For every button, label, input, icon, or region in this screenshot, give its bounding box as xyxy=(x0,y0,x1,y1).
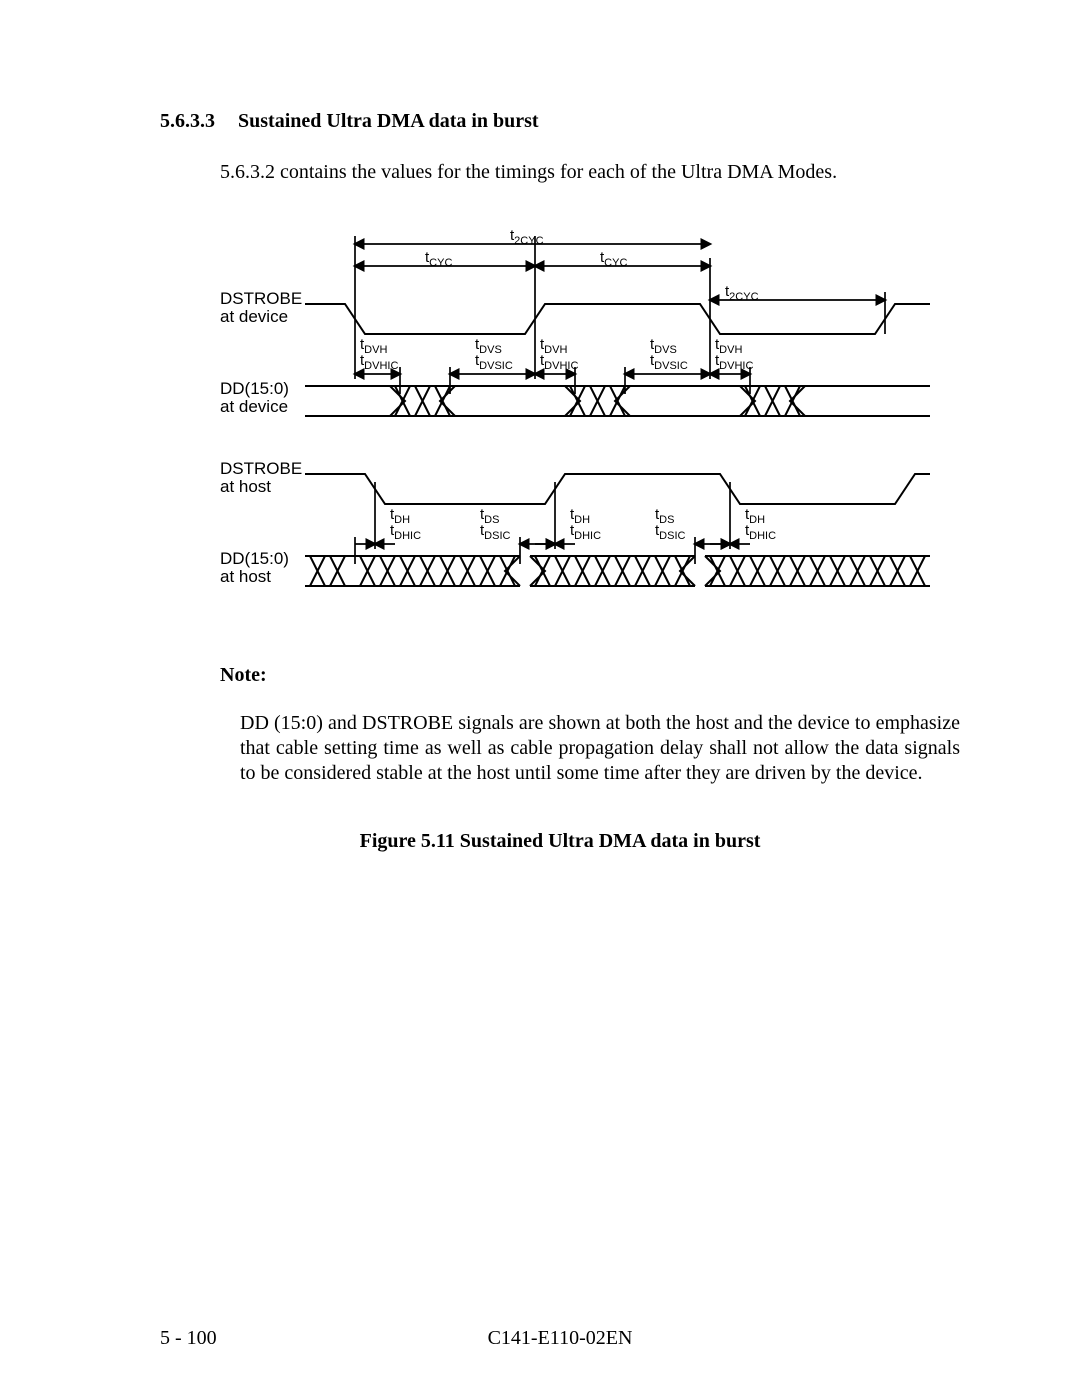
dd-host-l1: DD(15:0) xyxy=(220,549,289,568)
page: 5.6.3.3 Sustained Ultra DMA data in burs… xyxy=(0,0,1080,1397)
svg-text:t2CYC: t2CYC xyxy=(510,227,544,247)
dstrobe-host-l1: DSTROBE xyxy=(220,459,302,478)
dstrobe-device-l2: at device xyxy=(220,307,288,326)
section-title: Sustained Ultra DMA data in burst xyxy=(238,110,539,132)
dd-device-l1: DD(15:0) xyxy=(220,379,289,398)
intro-paragraph: 5.6.3.2 contains the values for the timi… xyxy=(220,161,960,184)
document-id: C141-E110-02EN xyxy=(160,1327,960,1350)
dd-host-l2: at host xyxy=(220,567,271,586)
timing-diagram: t2CYC tCYC tCYC t2CYC DSTROBE at device xyxy=(220,224,960,624)
svg-text:tCYC: tCYC xyxy=(600,249,627,269)
timing-diagram-svg: t2CYC tCYC tCYC t2CYC DSTROBE at device xyxy=(220,224,940,624)
dd-device-l2: at device xyxy=(220,397,288,416)
svg-text:tCYC: tCYC xyxy=(425,249,452,269)
dstrobe-device-l1: DSTROBE xyxy=(220,289,302,308)
section-heading: 5.6.3.3 Sustained Ultra DMA data in burs… xyxy=(160,110,960,133)
note-body: DD (15:0) and DSTROBE signals are shown … xyxy=(240,711,960,786)
content-area: 5.6.3.3 Sustained Ultra DMA data in burs… xyxy=(160,110,960,853)
section-number: 5.6.3.3 xyxy=(160,110,215,133)
t2cyc2-sub: 2CYC xyxy=(729,291,758,303)
tcyc2-sub: CYC xyxy=(604,257,627,269)
tcyc1-sub: CYC xyxy=(429,257,452,269)
dstrobe-host-l2: at host xyxy=(220,477,271,496)
figure-caption: Figure 5.11 Sustained Ultra DMA data in … xyxy=(160,830,960,853)
t2cyc-sub: 2CYC xyxy=(514,235,543,247)
note-heading: Note: xyxy=(220,664,960,687)
svg-text:t2CYC: t2CYC xyxy=(725,283,759,303)
